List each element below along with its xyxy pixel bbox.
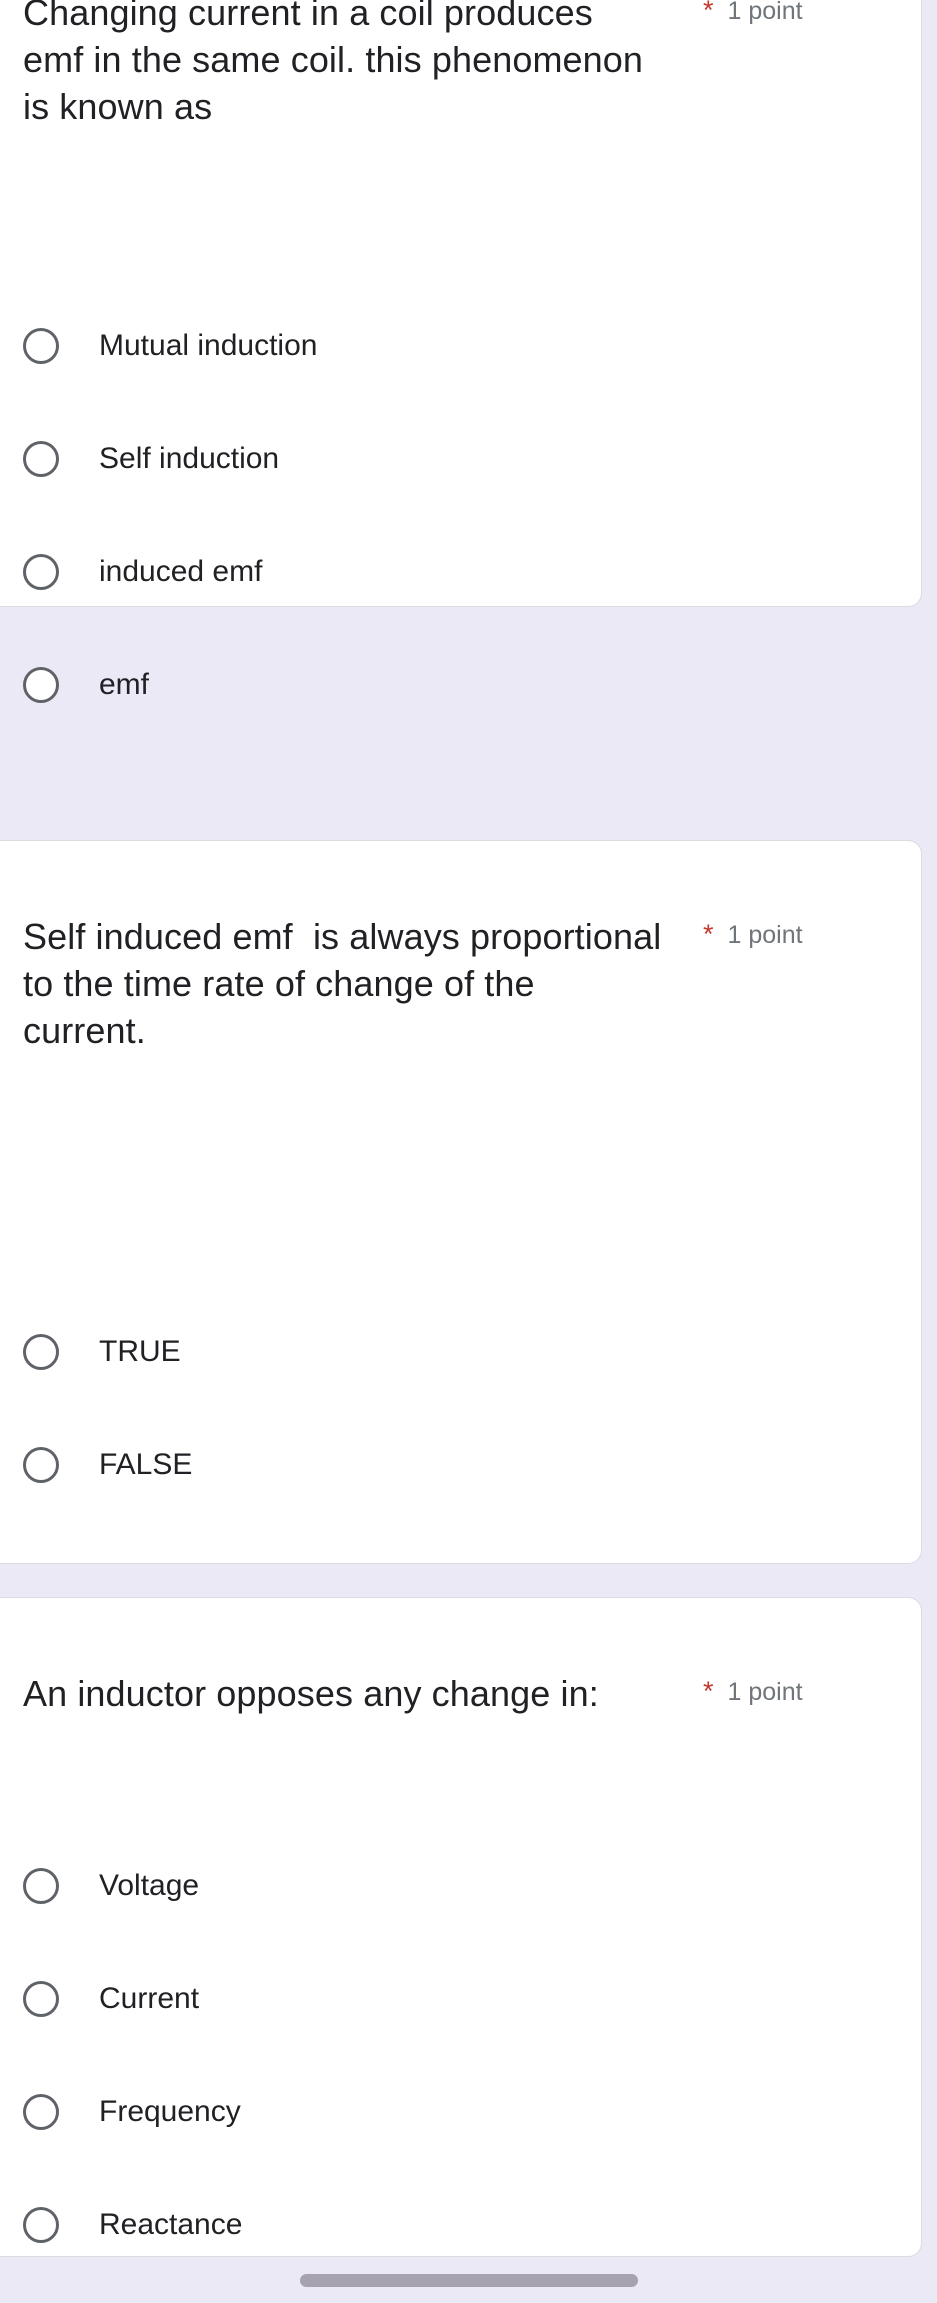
- option-label: Self induction: [99, 442, 280, 475]
- option-row-reactance[interactable]: Reactance: [0, 2202, 921, 2248]
- form-question-list[interactable]: Changing current in a coil produces emf …: [0, 0, 937, 2303]
- question-card-1: Changing current in a coil produces emf …: [0, 0, 922, 703]
- radio-button-icon[interactable]: [23, 2207, 59, 2243]
- radio-button-icon[interactable]: [23, 1334, 59, 1370]
- option-row-current[interactable]: Current: [0, 1976, 921, 2022]
- question-card-2: Self induced emf is always proportional …: [0, 840, 922, 1564]
- option-label: Reactance: [99, 2208, 243, 2241]
- required-asterisk-icon: *: [703, 0, 714, 25]
- radio-button-icon[interactable]: [23, 667, 59, 703]
- radio-button-icon[interactable]: [23, 1447, 59, 1483]
- option-label: induced emf: [99, 555, 263, 588]
- radio-button-icon[interactable]: [23, 328, 59, 364]
- radio-button-icon[interactable]: [23, 1868, 59, 1904]
- option-row-voltage[interactable]: Voltage: [0, 1863, 921, 1909]
- option-row-self-induction[interactable]: Self induction: [0, 436, 921, 482]
- question-2-points: * 1 point: [703, 921, 803, 949]
- page-scrollbar[interactable]: [930, 0, 937, 2258]
- option-label: Frequency: [99, 2095, 241, 2128]
- option-label: TRUE: [99, 1335, 181, 1368]
- question-1-point-label: 1 point: [727, 0, 803, 25]
- option-row-emf[interactable]: emf: [0, 662, 921, 708]
- option-label: Voltage: [99, 1869, 200, 1902]
- option-row-mutual-induction[interactable]: Mutual induction: [0, 323, 921, 369]
- question-card-3: An inductor opposes any change in: * 1 p…: [0, 1597, 922, 2257]
- option-row-false[interactable]: FALSE: [0, 1442, 921, 1488]
- option-label: emf: [99, 668, 150, 701]
- question-3-point-label: 1 point: [727, 1678, 803, 1706]
- question-2-text: Self induced emf is always proportional …: [23, 916, 672, 1051]
- radio-button-icon[interactable]: [23, 554, 59, 590]
- question-1-points: * 1 point: [703, 0, 803, 25]
- question-3-points: * 1 point: [703, 1678, 803, 1706]
- option-row-frequency[interactable]: Frequency: [0, 2089, 921, 2135]
- option-label: Mutual induction: [99, 329, 318, 362]
- option-label: Current: [99, 1982, 200, 2015]
- question-1-text: Changing current in a coil produces emf …: [23, 0, 654, 127]
- home-indicator[interactable]: [299, 2274, 638, 2287]
- question-2-point-label: 1 point: [727, 921, 803, 949]
- question-3-text: An inductor opposes any change in:: [23, 1673, 599, 1714]
- radio-button-icon[interactable]: [23, 441, 59, 477]
- option-label: FALSE: [99, 1448, 193, 1481]
- option-row-induced-emf[interactable]: induced emf: [0, 549, 921, 595]
- required-asterisk-icon: *: [703, 1676, 714, 1706]
- option-row-true[interactable]: TRUE: [0, 1329, 921, 1375]
- system-navigation-bar: [0, 2258, 937, 2303]
- radio-button-icon[interactable]: [23, 2094, 59, 2130]
- radio-button-icon[interactable]: [23, 1981, 59, 2017]
- required-asterisk-icon: *: [703, 919, 714, 949]
